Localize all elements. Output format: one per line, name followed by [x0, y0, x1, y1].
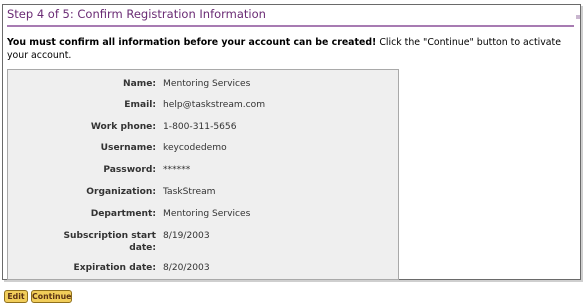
field-label-expiration-date: Expiration date:	[73, 263, 156, 273]
field-value-password: ******	[163, 165, 191, 175]
field-value-organization: TaskStream	[163, 187, 216, 197]
field-label-email: Email:	[124, 100, 156, 110]
registration-summary: Name: Mentoring Services Email: help@tas…	[7, 69, 399, 280]
field-label-work-phone: Work phone:	[90, 122, 156, 132]
field-label-username: Username:	[100, 143, 156, 153]
field-label-organization: Organization:	[86, 187, 156, 197]
field-label-name: Name:	[122, 79, 156, 89]
edit-button[interactable]: Edit	[4, 290, 28, 303]
field-value-work-phone: 1-800-311-5656	[163, 122, 237, 132]
field-label-subscription-start-line1: Subscription start	[63, 231, 156, 241]
field-value-name: Mentoring Services	[163, 79, 251, 89]
corner-mark	[576, 15, 580, 19]
page-title: Step 4 of 5: Confirm Registration Inform…	[7, 7, 574, 27]
field-value-email: help@taskstream.com	[163, 100, 266, 110]
field-label-subscription-start-line2: date:	[129, 243, 156, 253]
instructions-warning: You must confirm all information before …	[7, 37, 377, 48]
field-value-department: Mentoring Services	[163, 209, 251, 219]
field-value-username: keycodedemo	[163, 143, 227, 153]
field-value-subscription-start: 8/19/2003	[163, 231, 210, 241]
field-label-subscription-start: Subscription start date:	[16, 230, 156, 254]
continue-button[interactable]: Continue	[31, 290, 72, 303]
field-value-expiration-date: 8/20/2003	[163, 263, 210, 273]
instructions: You must confirm all information before …	[7, 36, 575, 62]
field-label-password: Password:	[103, 165, 156, 175]
registration-panel: Step 4 of 5: Confirm Registration Inform…	[2, 4, 581, 280]
field-label-department: Department:	[90, 209, 156, 219]
